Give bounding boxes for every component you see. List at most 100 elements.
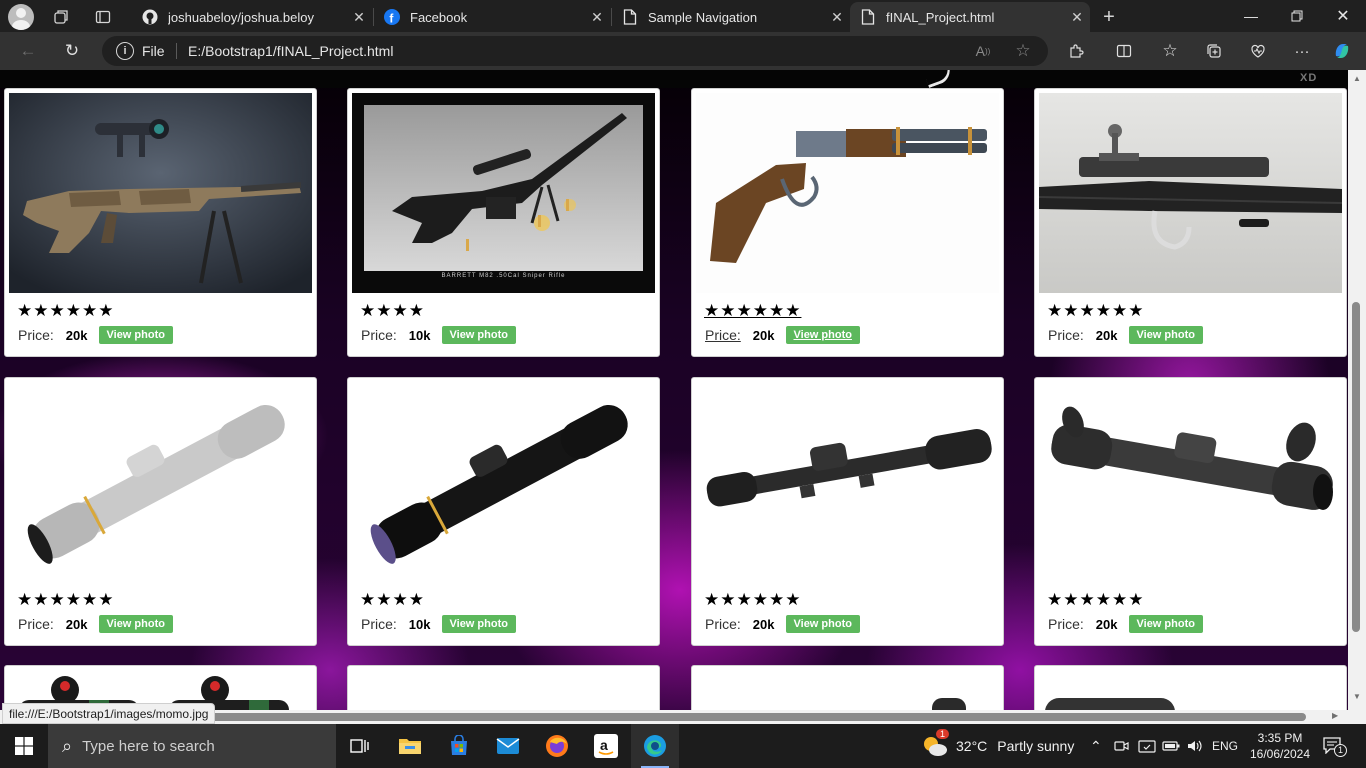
banner-logo-fragment: XD xyxy=(1300,72,1318,84)
product-card[interactable]: ★★★★ Price: 10k View photo xyxy=(347,377,660,646)
url-text[interactable]: E:/Bootstrap1/fINAL_Project.html xyxy=(188,43,393,59)
price-row: Price: 20k View photo xyxy=(18,614,173,634)
taskbar-search-box[interactable]: ⌕ Type here to search xyxy=(48,724,336,768)
tab-bar: joshuabeloy/joshua.beloy ✕ f Facebook ✕ … xyxy=(0,0,1366,32)
vertical-scrollbar[interactable]: ▲ ▼ xyxy=(1348,70,1366,710)
header-banner-edge: XD xyxy=(0,70,1348,89)
close-tab-icon[interactable]: ✕ xyxy=(346,9,372,26)
lever-action-rifle-image[interactable] xyxy=(696,93,999,293)
view-photo-button[interactable]: View photo xyxy=(1128,326,1203,344)
price-value: 20k xyxy=(752,327,775,343)
product-card[interactable] xyxy=(347,665,660,710)
tab-facebook[interactable]: f Facebook ✕ xyxy=(374,2,610,32)
tab-actions-icon[interactable] xyxy=(90,4,116,30)
close-window-icon[interactable]: ✕ xyxy=(1320,0,1366,32)
site-info-icon[interactable]: i xyxy=(116,42,134,60)
view-photo-button[interactable]: View photo xyxy=(98,615,173,633)
view-photo-button[interactable]: View photo xyxy=(441,615,516,633)
workspaces-icon[interactable] xyxy=(48,4,74,30)
taskbar-clock[interactable]: 3:35 PM 16/06/2024 xyxy=(1248,730,1312,762)
edge-browser-icon[interactable] xyxy=(631,724,679,768)
refresh-icon[interactable]: ↻ xyxy=(58,38,86,64)
weather-widget[interactable]: 1 32°C Partly sunny xyxy=(922,724,1074,768)
new-tab-icon[interactable]: + xyxy=(1096,4,1122,30)
scroll-down-arrow-icon[interactable]: ▼ xyxy=(1351,692,1363,704)
weather-partly-sunny-icon: 1 xyxy=(922,729,950,757)
start-button[interactable] xyxy=(0,724,48,768)
product-card[interactable]: BARRETT M82 .50Cal Sniper Rifle ★★★★ Pri… xyxy=(347,88,660,357)
view-photo-button[interactable]: View photo xyxy=(441,326,516,344)
tab-final-project[interactable]: fINAL_Project.html ✕ xyxy=(850,2,1090,32)
firefox-icon[interactable] xyxy=(533,724,581,768)
sniper-rifle-camo-image[interactable] xyxy=(9,93,312,293)
page-icon xyxy=(622,9,638,25)
volume-icon[interactable] xyxy=(1186,724,1202,768)
product-card[interactable]: ★★★★★★ Price: 20k View photo xyxy=(4,377,317,646)
tab-github[interactable]: joshuabeloy/joshua.beloy ✕ xyxy=(132,2,372,32)
more-options-icon[interactable]: ··· xyxy=(1288,38,1316,64)
browser-essentials-icon[interactable] xyxy=(1244,38,1272,64)
microsoft-store-icon[interactable] xyxy=(435,724,483,768)
github-icon xyxy=(142,9,158,25)
tab-title: fINAL_Project.html xyxy=(886,9,995,25)
profile-avatar-icon[interactable] xyxy=(8,4,34,30)
task-view-icon[interactable] xyxy=(336,724,384,768)
price-label: Price: xyxy=(1048,616,1084,632)
close-tab-icon[interactable]: ✕ xyxy=(584,9,610,26)
mail-icon[interactable] xyxy=(484,724,532,768)
favorite-star-icon[interactable]: ☆ xyxy=(1012,40,1034,62)
copilot-icon[interactable] xyxy=(1328,38,1356,64)
long-range-scope-image[interactable] xyxy=(1039,382,1342,582)
amazon-icon[interactable]: a xyxy=(582,724,630,768)
product-card[interactable]: ★★★★★★ Price: 20k View photo xyxy=(4,88,317,357)
scrollbar-thumb[interactable] xyxy=(1352,302,1360,632)
tactical-scope-image[interactable] xyxy=(696,382,999,582)
collections-icon[interactable] xyxy=(1200,38,1228,64)
minimize-icon[interactable]: — xyxy=(1228,0,1274,32)
product-card[interactable] xyxy=(1034,665,1347,710)
network-icon[interactable] xyxy=(1138,724,1156,768)
image-caption: BARRETT M82 .50Cal Sniper Rifle xyxy=(441,273,566,279)
back-icon[interactable]: ← xyxy=(14,38,42,64)
meet-now-icon[interactable] xyxy=(1114,724,1130,768)
notification-center-icon[interactable]: 1 xyxy=(1322,724,1348,768)
close-tab-icon[interactable]: ✕ xyxy=(1064,9,1090,26)
url-scheme: File xyxy=(142,43,165,59)
show-hidden-icons-chevron-icon[interactable]: ⌃ xyxy=(1090,724,1102,768)
price-value: 20k xyxy=(65,327,88,343)
extensions-icon[interactable] xyxy=(1062,38,1090,64)
tab-sample-navigation[interactable]: Sample Navigation ✕ xyxy=(612,2,850,32)
notification-count-badge: 1 xyxy=(1334,743,1348,757)
bolt-action-rifle-image[interactable] xyxy=(1039,93,1342,293)
product-card[interactable]: ★★★★★★ Price: 20k View photo xyxy=(1034,377,1347,646)
tab-title: Facebook xyxy=(410,9,468,25)
product-card[interactable]: ★★★★★★ Price: 20k View photo xyxy=(1034,88,1347,357)
search-placeholder: Type here to search xyxy=(82,737,215,755)
view-photo-button[interactable]: View photo xyxy=(98,326,173,344)
product-card[interactable]: ★★★★★★ Price: 20k View photo xyxy=(691,88,1004,357)
address-bar[interactable]: i File E:/Bootstrap1/fINAL_Project.html … xyxy=(102,36,1048,66)
product-card[interactable]: ★★★★★★ Price: 20k View photo xyxy=(691,377,1004,646)
restore-icon[interactable] xyxy=(1274,0,1320,32)
scroll-up-arrow-icon[interactable]: ▲ xyxy=(1351,74,1363,86)
read-aloud-icon[interactable]: A)) xyxy=(972,40,994,62)
close-tab-icon[interactable]: ✕ xyxy=(824,9,850,26)
scroll-right-arrow-icon[interactable]: ▶ xyxy=(1332,711,1338,720)
view-photo-button[interactable]: View photo xyxy=(785,615,860,633)
price-value: 20k xyxy=(752,616,775,632)
file-explorer-icon[interactable] xyxy=(386,724,434,768)
silver-scope-image[interactable] xyxy=(9,382,312,582)
rating-stars: ★★★★★★ xyxy=(17,301,115,320)
product-card[interactable] xyxy=(691,665,1004,710)
product-image[interactable] xyxy=(696,670,999,710)
split-screen-icon[interactable] xyxy=(1110,38,1138,64)
favorites-icon[interactable]: ☆ xyxy=(1156,38,1184,64)
weather-condition: Partly sunny xyxy=(997,738,1075,754)
battery-icon[interactable] xyxy=(1162,724,1180,768)
black-scope-image[interactable] xyxy=(352,382,655,582)
product-image[interactable] xyxy=(1039,670,1342,710)
language-indicator[interactable]: ENG xyxy=(1212,724,1238,768)
view-photo-button[interactable]: View photo xyxy=(785,326,860,344)
barrett-m82-image[interactable]: BARRETT M82 .50Cal Sniper Rifle xyxy=(352,93,655,293)
view-photo-button[interactable]: View photo xyxy=(1128,615,1203,633)
